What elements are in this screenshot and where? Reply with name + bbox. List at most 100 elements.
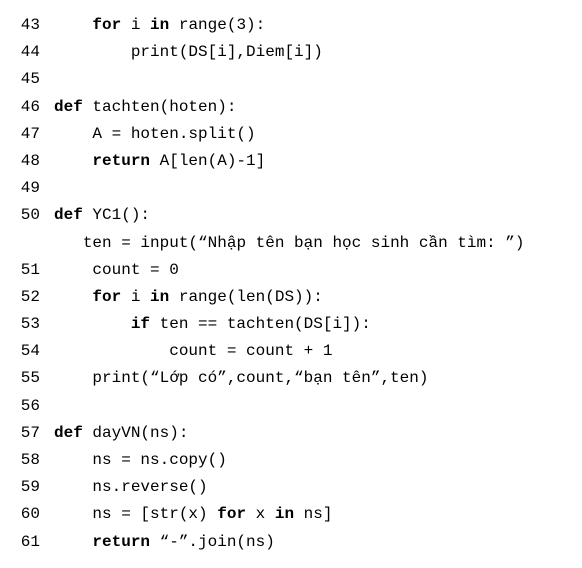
indent — [54, 369, 92, 387]
code-line: 47 A = hoten.split() — [8, 121, 574, 148]
line-number: 51 — [8, 257, 40, 284]
code-line: 55 print(“Lớp có”,count,“bạn tên”,ten) — [8, 365, 574, 392]
indent — [54, 125, 92, 143]
code-text: range(len(DS)): — [169, 288, 323, 306]
indent — [54, 234, 83, 252]
code-line: 51 count = 0 — [8, 257, 574, 284]
indent — [54, 533, 92, 551]
line-number: 60 — [8, 501, 40, 528]
line-number: 57 — [8, 420, 40, 447]
code-text: ns = ns.copy() — [92, 451, 226, 469]
keyword: for — [217, 505, 246, 523]
code-content: ns = ns.copy() — [54, 447, 227, 474]
line-number: 55 — [8, 365, 40, 392]
keyword: in — [275, 505, 294, 523]
code-content: for i in range(len(DS)): — [54, 284, 323, 311]
line-number: 56 — [8, 393, 40, 420]
code-content: print(“Lớp có”,count,“bạn tên”,ten) — [54, 365, 428, 392]
code-content: ns.reverse() — [54, 474, 208, 501]
code-line: 60 ns = [str(x) for x in ns] — [8, 501, 574, 528]
code-content: count = count + 1 — [54, 338, 332, 365]
code-text: x — [246, 505, 275, 523]
indent — [54, 342, 169, 360]
indent — [54, 288, 92, 306]
indent — [54, 261, 92, 279]
code-line: 58 ns = ns.copy() — [8, 447, 574, 474]
code-text: YC1(): — [83, 206, 150, 224]
keyword: in — [150, 288, 169, 306]
code-text: dayVN(ns): — [83, 424, 189, 442]
code-line: 54 count = count + 1 — [8, 338, 574, 365]
code-text: ns = [str(x) — [92, 505, 217, 523]
code-content: A = hoten.split() — [54, 121, 256, 148]
indent — [54, 505, 92, 523]
code-text: count = 0 — [92, 261, 178, 279]
line-number: 45 — [8, 66, 40, 93]
code-line: 53 if ten == tachten(DS[i]): — [8, 311, 574, 338]
indent — [54, 43, 131, 61]
keyword: def — [54, 98, 83, 116]
line-number: 49 — [8, 175, 40, 202]
indent — [54, 451, 92, 469]
line-number: 52 — [8, 284, 40, 311]
line-number: 58 — [8, 447, 40, 474]
code-line: 44 print(DS[i],Diem[i]) — [8, 39, 574, 66]
line-number: 59 — [8, 474, 40, 501]
code-line: 61 return “-”.join(ns) — [8, 529, 574, 556]
code-content: ten = input(“Nhập tên bạn học sinh cần t… — [54, 230, 524, 257]
code-text: ns] — [294, 505, 332, 523]
code-content: return “-”.join(ns) — [54, 529, 275, 556]
code-text: ten = input(“Nhập tên bạn học sinh cần t… — [83, 234, 525, 252]
code-text: range(3): — [169, 16, 265, 34]
code-content: if ten == tachten(DS[i]): — [54, 311, 371, 338]
code-text: count = count + 1 — [169, 342, 332, 360]
code-line: 56 — [8, 393, 574, 420]
code-content: return A[len(A)-1] — [54, 148, 265, 175]
code-text: ten == tachten(DS[i]): — [150, 315, 371, 333]
code-content: def tachten(hoten): — [54, 94, 236, 121]
line-number: 44 — [8, 39, 40, 66]
line-number: 48 — [8, 148, 40, 175]
code-content: print(DS[i],Diem[i]) — [54, 39, 323, 66]
keyword: return — [92, 533, 150, 551]
indent — [54, 16, 92, 34]
line-number: 50 — [8, 202, 40, 229]
keyword: def — [54, 206, 83, 224]
keyword: return — [92, 152, 150, 170]
code-text: A = hoten.split() — [92, 125, 255, 143]
code-line: ten = input(“Nhập tên bạn học sinh cần t… — [8, 230, 574, 257]
indent — [54, 478, 92, 496]
code-content: count = 0 — [54, 257, 179, 284]
code-line: 46 def tachten(hoten): — [8, 94, 574, 121]
code-content: def YC1(): — [54, 202, 150, 229]
code-text: i — [121, 288, 150, 306]
code-text: i — [121, 16, 150, 34]
indent — [54, 315, 131, 333]
line-number: 47 — [8, 121, 40, 148]
line-number: 43 — [8, 12, 40, 39]
line-number: 53 — [8, 311, 40, 338]
keyword: for — [92, 288, 121, 306]
line-number: 46 — [8, 94, 40, 121]
code-content: def dayVN(ns): — [54, 420, 188, 447]
code-text: “-”.join(ns) — [150, 533, 275, 551]
code-line: 57 def dayVN(ns): — [8, 420, 574, 447]
code-line: 59 ns.reverse() — [8, 474, 574, 501]
code-text: A[len(A)-1] — [150, 152, 265, 170]
code-line: 45 — [8, 66, 574, 93]
line-number: 54 — [8, 338, 40, 365]
code-content: for i in range(3): — [54, 12, 265, 39]
keyword: in — [150, 16, 169, 34]
code-line: 52 for i in range(len(DS)): — [8, 284, 574, 311]
code-line: 49 — [8, 175, 574, 202]
code-line: 43 for i in range(3): — [8, 12, 574, 39]
code-block: 43 for i in range(3):44 print(DS[i],Diem… — [8, 12, 574, 556]
keyword: if — [131, 315, 150, 333]
keyword: for — [92, 16, 121, 34]
code-text: tachten(hoten): — [83, 98, 237, 116]
code-line: 48 return A[len(A)-1] — [8, 148, 574, 175]
code-line: 50 def YC1(): — [8, 202, 574, 229]
code-text: print(DS[i],Diem[i]) — [131, 43, 323, 61]
code-text: print(“Lớp có”,count,“bạn tên”,ten) — [92, 369, 428, 387]
code-text: ns.reverse() — [92, 478, 207, 496]
